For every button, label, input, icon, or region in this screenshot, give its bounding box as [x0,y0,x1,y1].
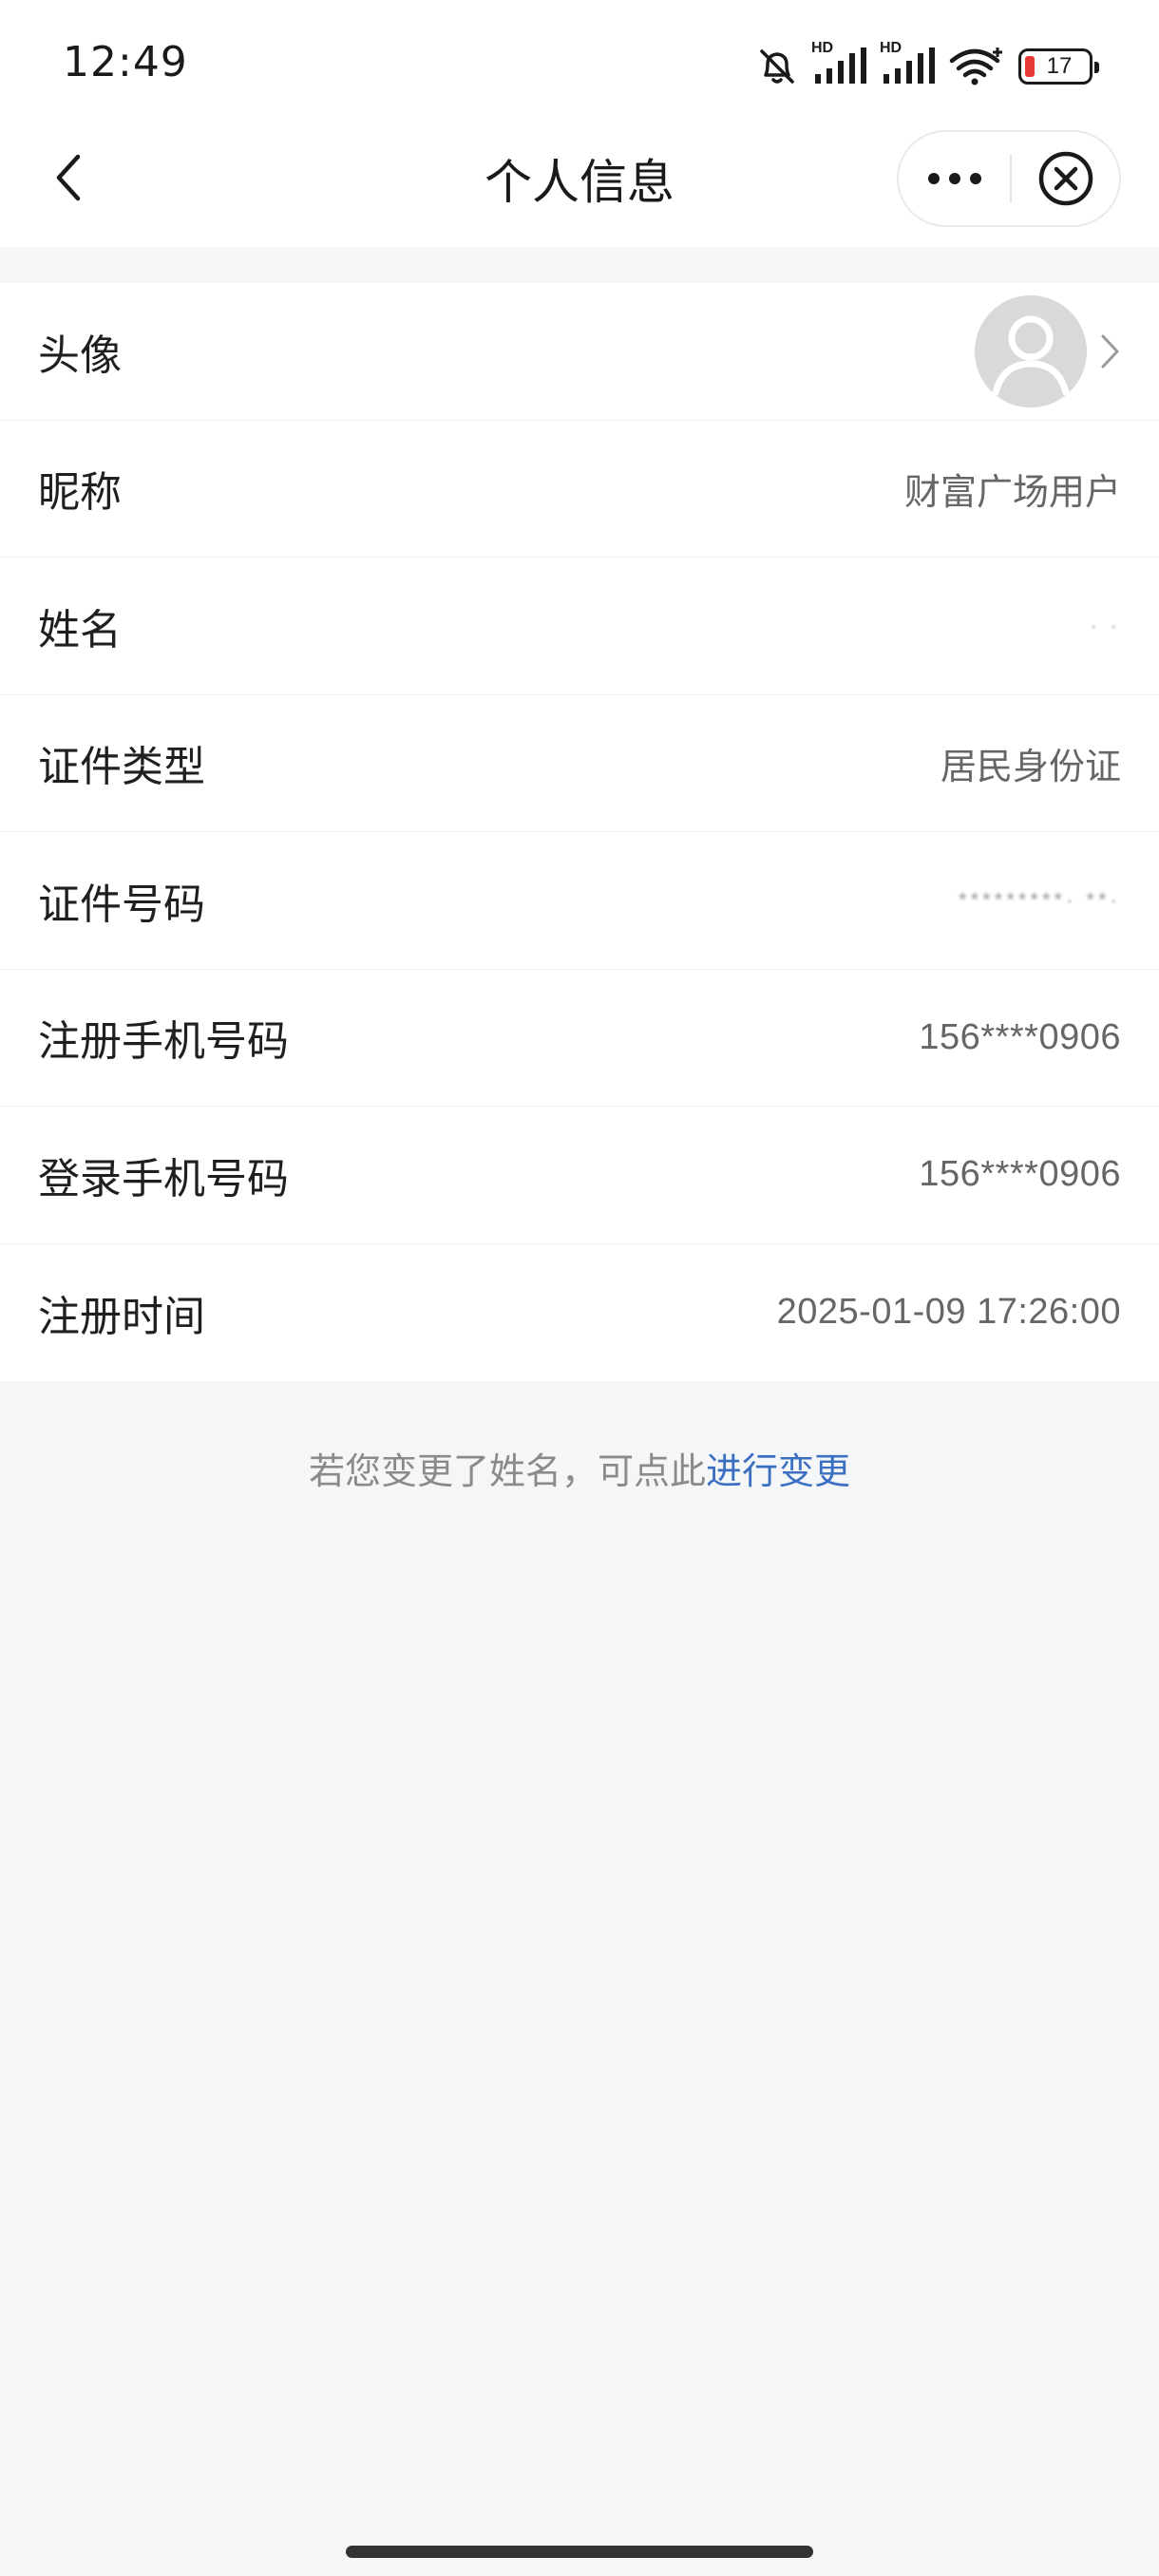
row-register-phone: 注册手机号码 156****0906 [0,970,1159,1107]
row-label: 注册时间 [38,1292,205,1341]
id-type-value: 居民身份证 [940,745,1121,787]
row-label: 证件号码 [38,880,205,929]
status-bar: 12:49 HD HD 17 [0,0,1159,123]
network-type-label: HD [811,40,834,56]
chevron-right-icon [1101,334,1119,369]
home-indicator[interactable] [346,2546,813,2558]
wifi-icon [948,46,1005,87]
row-label: 头像 [38,331,122,380]
row-nickname: 昵称 财富广场用户 [0,421,1159,558]
register-phone-value: 156****0906 [919,1016,1121,1057]
bell-mute-icon [756,46,798,87]
row-label: 昵称 [38,468,122,518]
battery-level-fill [1025,56,1035,77]
row-login-phone: 登录手机号码 156****0906 [0,1107,1159,1244]
register-time-value: 2025-01-09 17:26:00 [776,1292,1121,1333]
info-list: 头像 昵称 财富广场用户 姓名 · · 证件类型 居民身份证 证件号码 ****… [0,283,1159,1381]
row-id-number: 证件号码 *********· **· [0,832,1159,970]
name-value: · · [1090,613,1121,637]
status-time: 12:49 [63,38,188,86]
row-name: 姓名 · · [0,558,1159,695]
more-dots-icon [927,173,981,184]
avatar [975,294,1087,407]
row-label: 注册手机号码 [38,1017,289,1067]
id-number-value: *********· **· [959,887,1121,912]
note-text: 若您变更了姓名，可点此 [308,1450,706,1492]
row-avatar[interactable]: 头像 [0,283,1159,421]
close-circle-icon [1038,151,1092,206]
signal-icon: HD [880,40,935,87]
row-label: 姓名 [38,605,122,654]
change-name-note: 若您变更了姓名，可点此进行变更 [0,1442,1159,1494]
battery-tip [1094,62,1099,73]
row-label: 证件类型 [38,743,205,792]
battery-level: 17 [1046,53,1073,79]
miniprogram-capsule [897,130,1121,227]
nav-bar: 个人信息 [0,123,1159,247]
change-name-link[interactable]: 进行变更 [706,1450,850,1492]
more-button[interactable] [899,132,1010,225]
row-id-type: 证件类型 居民身份证 [0,695,1159,832]
row-register-time: 注册时间 2025-01-09 17:26:00 [0,1244,1159,1382]
row-label: 登录手机号码 [38,1154,289,1203]
nickname-value: 财富广场用户 [903,470,1121,513]
close-button[interactable] [1012,132,1119,225]
battery-icon: 17 [1018,48,1099,85]
network-type-label: HD [880,40,902,56]
avatar-wrap [975,294,1121,407]
signal-icon: HD [811,40,866,87]
status-icons: HD HD 17 [756,40,1099,91]
login-phone-value: 156****0906 [919,1154,1121,1195]
